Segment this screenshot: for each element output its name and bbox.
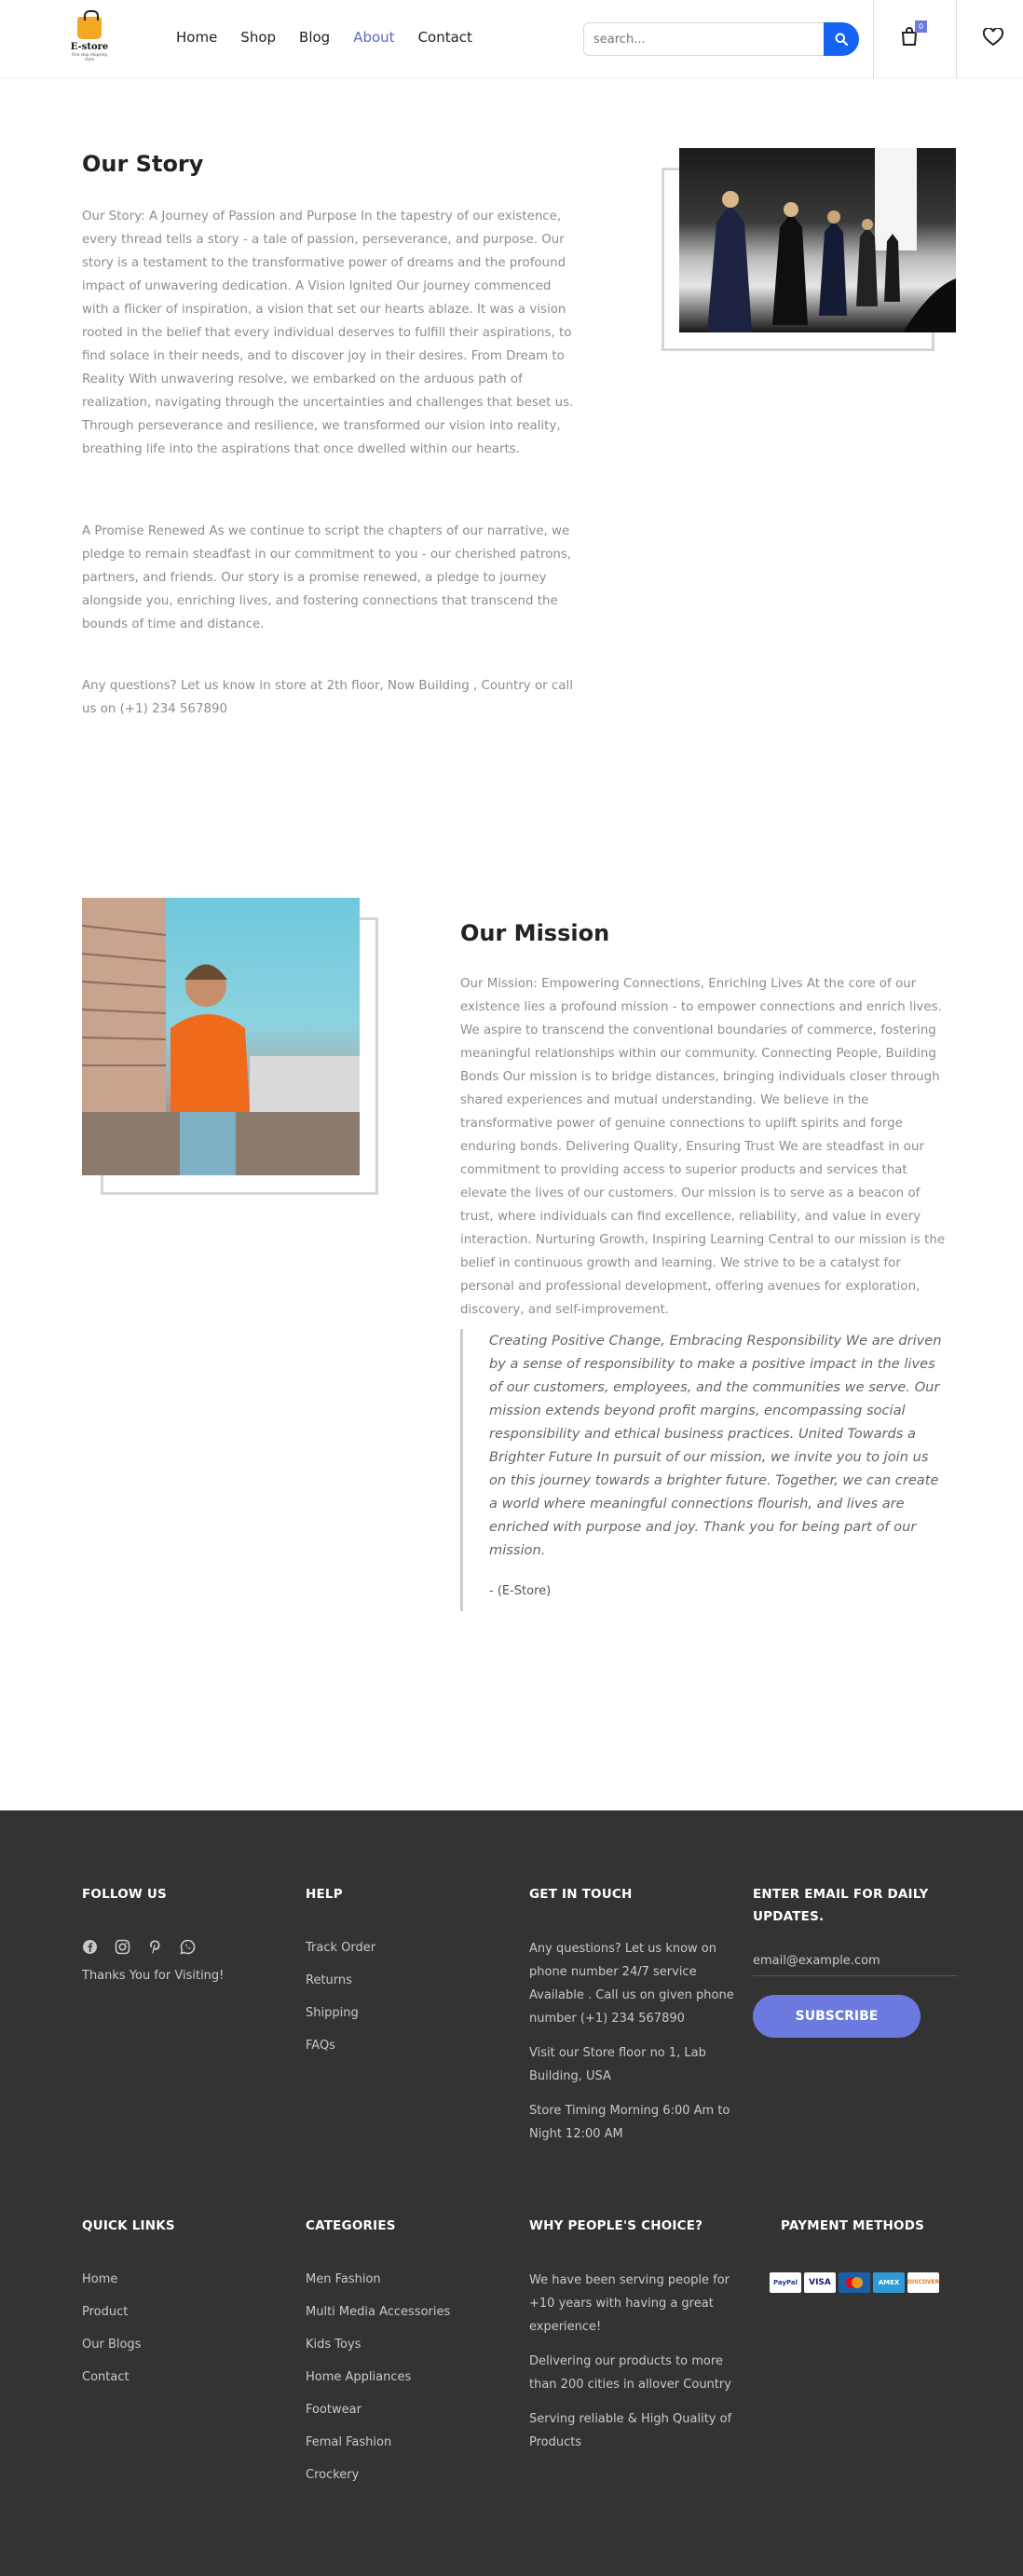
amex-icon: AMEX — [873, 2272, 905, 2293]
quick-links-heading: QUICK LINKS — [82, 2218, 175, 2233]
payment-methods-column: PAYMENT METHODS PayPal VISA AMEX DISCOVE… — [770, 2215, 956, 2293]
mission-title: Our Mission — [460, 920, 610, 946]
mission-paragraph: Our Mission: Empowering Connections, Enr… — [460, 977, 946, 1317]
nav-contact[interactable]: Contact — [418, 29, 472, 46]
story-paragraph: Our Story: A Journey of Passion and Purp… — [82, 210, 574, 456]
quote-author: - (E-Store) — [489, 1584, 552, 1598]
get-in-touch-heading: GET IN TOUCH — [529, 1887, 633, 1902]
category-link-kids-toys[interactable]: Kids Toys — [306, 2328, 511, 2361]
why-point: Delivering our products to more than 200… — [529, 2354, 731, 2392]
category-link-femal-fashion[interactable]: Femal Fashion — [306, 2426, 511, 2459]
our-mission-section: Our Mission Our Mission: Empowering Conn… — [0, 879, 1023, 1810]
search-icon — [835, 33, 848, 46]
footer-link-product[interactable]: Product — [82, 2296, 268, 2328]
category-link-men-fashion[interactable]: Men Fashion — [306, 2263, 511, 2296]
facebook-icon[interactable] — [82, 1939, 98, 1955]
header-divider — [873, 0, 874, 78]
category-link-multi-media[interactable]: Multi Media Accessories — [306, 2296, 511, 2328]
story-title: Our Story — [82, 151, 204, 177]
search-bar — [583, 22, 859, 56]
cart-count-badge: 0 — [915, 20, 927, 33]
logo-tagline: One stop shopping store — [72, 52, 107, 61]
help-column: HELP Track Order Returns Shipping FAQs — [306, 1883, 492, 2062]
contact-address-text: Visit our Store floor no 1, Lab Building… — [529, 2046, 706, 2083]
nav-about[interactable]: About — [353, 29, 394, 46]
why-choice-heading: WHY PEOPLE'S CHOICE? — [529, 2218, 703, 2233]
follow-us-column: FOLLOW US Thanks You for Visiting! — [82, 1883, 268, 1987]
whatsapp-icon[interactable] — [180, 1939, 196, 1955]
footer-link-shipping[interactable]: Shipping — [306, 1997, 492, 2029]
mission-quote: Creating Positive Change, Embracing Resp… — [460, 1329, 945, 1611]
newsletter-column: ENTER EMAIL FOR DAILY UPDATES. email@exa… — [753, 1883, 958, 2038]
story-contact-paragraph: Any questions? Let us know in store at 2… — [82, 679, 573, 716]
quick-links-column: QUICK LINKS Home Product Our Blogs Conta… — [82, 2215, 268, 2393]
newsletter-heading: ENTER EMAIL FOR DAILY UPDATES. — [753, 1887, 929, 1924]
heart-icon — [982, 26, 1004, 47]
logo-name: E-store — [70, 42, 109, 52]
visa-icon: VISA — [804, 2272, 836, 2293]
category-link-footwear[interactable]: Footwear — [306, 2393, 511, 2426]
pinterest-icon[interactable] — [147, 1939, 163, 1955]
mastercard-icon — [839, 2272, 870, 2293]
category-link-home-appliances[interactable]: Home Appliances — [306, 2361, 511, 2393]
contact-phone-text: Any questions? Let us know on phone numb… — [529, 1942, 734, 2026]
quote-text: Creating Positive Change, Embracing Resp… — [489, 1333, 942, 1558]
fashion-runway-image — [679, 148, 956, 332]
site-footer: FOLLOW US Thanks You for Visiting! HELP … — [0, 1810, 1023, 2576]
why-choice-column: WHY PEOPLE'S CHOICE? We have been servin… — [529, 2215, 739, 2454]
thanks-text: Thanks You for Visiting! — [82, 1969, 225, 1983]
why-point: Serving reliable & High Quality of Produ… — [529, 2412, 732, 2449]
instagram-icon[interactable] — [115, 1939, 130, 1955]
our-story-section: Our Story Our Story: A Journey of Passio… — [0, 78, 1023, 879]
woman-orange-shirt-image — [82, 898, 360, 1175]
store-timing-text: Store Timing Morning 6:00 Am to Night 12… — [529, 2104, 730, 2141]
nav-blog[interactable]: Blog — [299, 29, 330, 46]
paypal-icon: PayPal — [770, 2272, 801, 2293]
search-input[interactable] — [583, 22, 824, 56]
footer-link-our-blogs[interactable]: Our Blogs — [82, 2328, 268, 2361]
payment-methods-heading: PAYMENT METHODS — [781, 2218, 925, 2233]
header-divider — [956, 0, 957, 78]
why-point: We have been serving people for +10 year… — [529, 2273, 730, 2334]
get-in-touch-column: GET IN TOUCH Any questions? Let us know … — [529, 1883, 739, 2146]
site-logo[interactable]: E-store One stop shopping store — [69, 10, 110, 63]
social-links — [82, 1939, 268, 1955]
category-link-crockery[interactable]: Crockery — [306, 2459, 511, 2491]
nav-home[interactable]: Home — [176, 29, 217, 46]
footer-link-returns[interactable]: Returns — [306, 1964, 492, 1997]
search-button[interactable] — [824, 22, 859, 56]
categories-column: CATEGORIES Men Fashion Multi Media Acces… — [306, 2215, 511, 2491]
help-heading: HELP — [306, 1887, 343, 1902]
cart-button[interactable]: 0 — [900, 20, 927, 50]
footer-link-contact[interactable]: Contact — [82, 2361, 268, 2393]
main-nav: Home Shop Blog About Contact — [176, 29, 472, 46]
footer-link-track-order[interactable]: Track Order — [306, 1932, 492, 1964]
nav-shop[interactable]: Shop — [240, 29, 276, 46]
story-paragraph: A Promise Renewed As we continue to scri… — [82, 524, 572, 631]
shopping-bag-icon — [77, 10, 102, 39]
payment-logos: PayPal VISA AMEX DISCOVER — [770, 2272, 956, 2293]
discover-icon: DISCOVER — [907, 2272, 939, 2293]
categories-heading: CATEGORIES — [306, 2218, 396, 2233]
wishlist-button[interactable] — [982, 26, 1004, 50]
site-header: E-store One stop shopping store Home Sho… — [0, 0, 1023, 78]
email-field[interactable]: email@example.com — [753, 1954, 958, 1976]
footer-link-faqs[interactable]: FAQs — [306, 2029, 492, 2062]
follow-us-heading: FOLLOW US — [82, 1887, 167, 1902]
footer-link-home[interactable]: Home — [82, 2263, 268, 2296]
subscribe-button[interactable]: SUBSCRIBE — [753, 1995, 921, 2038]
